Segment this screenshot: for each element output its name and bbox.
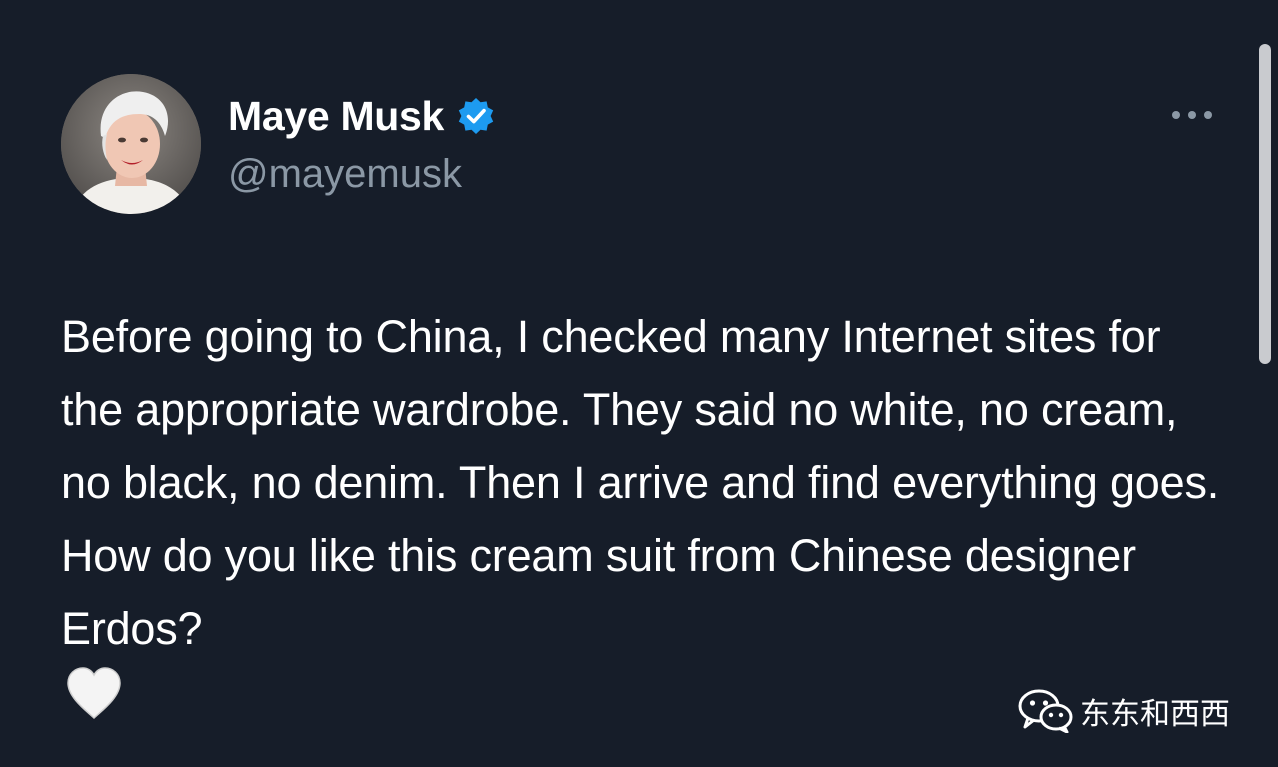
avatar-photo: [61, 74, 201, 214]
display-name[interactable]: Maye Musk: [228, 93, 444, 140]
more-options-icon[interactable]: [1166, 100, 1218, 130]
wechat-icon: [1018, 689, 1073, 733]
scrollbar[interactable]: [1259, 44, 1271, 364]
wechat-watermark: 东东和西西: [1018, 688, 1230, 734]
avatar[interactable]: [61, 74, 201, 214]
author-name-row: Maye Musk: [228, 92, 496, 140]
verified-badge-icon: [458, 98, 494, 134]
author-handle[interactable]: @mayemusk: [228, 152, 462, 197]
tweet-text: Before going to China, I checked many In…: [61, 311, 1220, 654]
tweet-card: Maye Musk @mayemusk Before going to Chin…: [0, 0, 1278, 767]
white-heart-emoji: [67, 667, 121, 720]
watermark-text: 东东和西西: [1080, 697, 1230, 732]
